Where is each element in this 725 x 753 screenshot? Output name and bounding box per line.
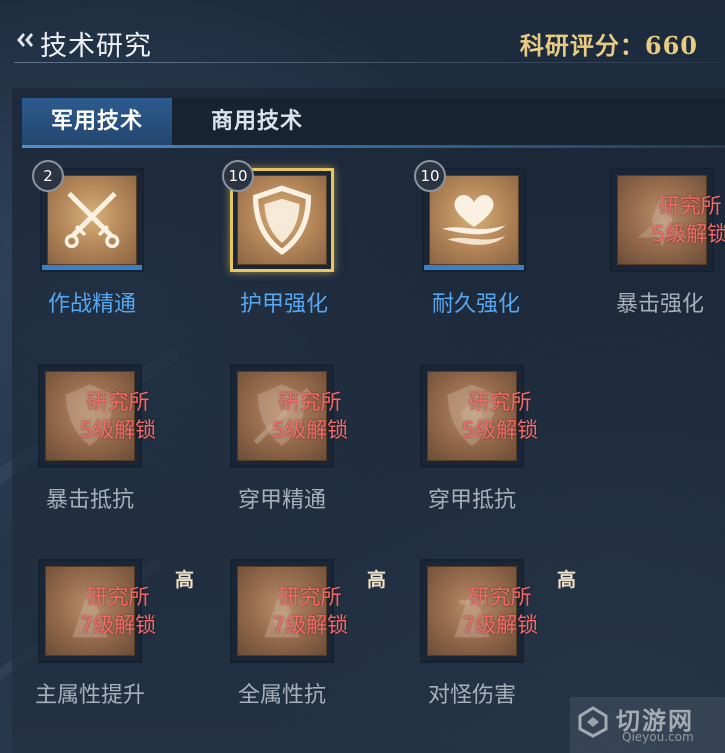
tech-name: 穿甲抵抗 — [427, 488, 516, 513]
tech-item-pierce-resist[interactable]: 研究所 5级解锁 穿甲抵抗 — [420, 364, 580, 534]
tech-name: 主属性提升 — [34, 683, 145, 708]
tab-military-tech[interactable]: 军用技术 — [22, 98, 172, 145]
tech-item-critical-boost[interactable]: 研究所 5级解锁 暴击强化 — [610, 168, 725, 338]
tab-commercial-tech[interactable]: 商用技术 — [182, 98, 332, 145]
tech-item-all-resist[interactable]: 高 研究所 7级解锁 全属性抗 — [230, 559, 390, 729]
tab-bar: 军用技术 商用技术 — [22, 98, 725, 148]
tab-underline — [22, 145, 725, 148]
tech-item-combat-mastery[interactable]: 2 作战精通 — [32, 160, 200, 338]
unlock-requirement: 研究所 5级解锁 — [651, 194, 725, 246]
tech-item-durability-boost[interactable]: 10 耐久强化 — [414, 160, 582, 338]
header: 技术研究 科研评分：660 — [14, 20, 720, 63]
tech-item-monster-damage[interactable]: 高 研究所 7级解锁 对怪伤害 — [420, 559, 580, 729]
tech-name: 暴击强化 — [615, 292, 704, 317]
unlock-requirement: 研究所 7级解锁 — [79, 585, 157, 637]
level-badge: 10 — [414, 160, 446, 192]
tech-name: 对怪伤害 — [427, 683, 516, 708]
tech-name: 暴击抵抗 — [45, 488, 134, 513]
back-button[interactable] — [14, 30, 36, 50]
level-badge: 2 — [32, 160, 64, 192]
watermark: 切游网 Qieyou.com — [570, 697, 725, 753]
site-logo-icon — [578, 706, 608, 738]
watermark-url: Qieyou.com — [622, 730, 694, 744]
unlock-requirement: 研究所 5级解锁 — [271, 390, 349, 442]
tech-item-armor-boost[interactable]: 10 护甲强化 — [222, 160, 390, 338]
unlock-requirement: 研究所 5级解锁 — [79, 390, 157, 442]
tech-item-critical-resist[interactable]: 研究所 5级解锁 暴击抵抗 — [38, 364, 198, 534]
research-score: 科研评分：660 — [520, 26, 698, 61]
unlock-requirement: 研究所 7级解锁 — [461, 585, 539, 637]
header-divider — [14, 62, 720, 63]
tech-panel: 军用技术 商用技术 2 作战精通 10 护甲强化 10 耐久强化 研究所 5级解… — [12, 88, 725, 753]
score-label: 科研评分： — [519, 31, 645, 60]
tech-name: 耐久强化 — [431, 292, 520, 317]
page-title: 技术研究 — [40, 31, 152, 62]
level-badge: 10 — [222, 160, 254, 192]
shield-icon — [252, 185, 312, 255]
progress-bar — [424, 265, 524, 270]
heart-icon — [442, 195, 506, 245]
tech-name: 全属性抗 — [237, 683, 326, 708]
tech-name: 作战精通 — [47, 292, 136, 317]
tech-item-main-attribute[interactable]: 高 研究所 7级解锁 主属性提升 — [35, 559, 198, 729]
tech-name: 护甲强化 — [239, 292, 328, 317]
back-arrow-icon — [17, 33, 33, 47]
tech-name: 穿甲精通 — [237, 488, 326, 513]
progress-bar — [42, 265, 142, 270]
score-value: 660 — [644, 31, 698, 60]
unlock-requirement: 研究所 5级解锁 — [461, 390, 539, 442]
unlock-requirement: 研究所 7级解锁 — [271, 585, 349, 637]
crossed-swords-icon — [64, 191, 120, 249]
tech-item-armor-pierce[interactable]: 研究所 5级解锁 穿甲精通 — [230, 364, 390, 534]
